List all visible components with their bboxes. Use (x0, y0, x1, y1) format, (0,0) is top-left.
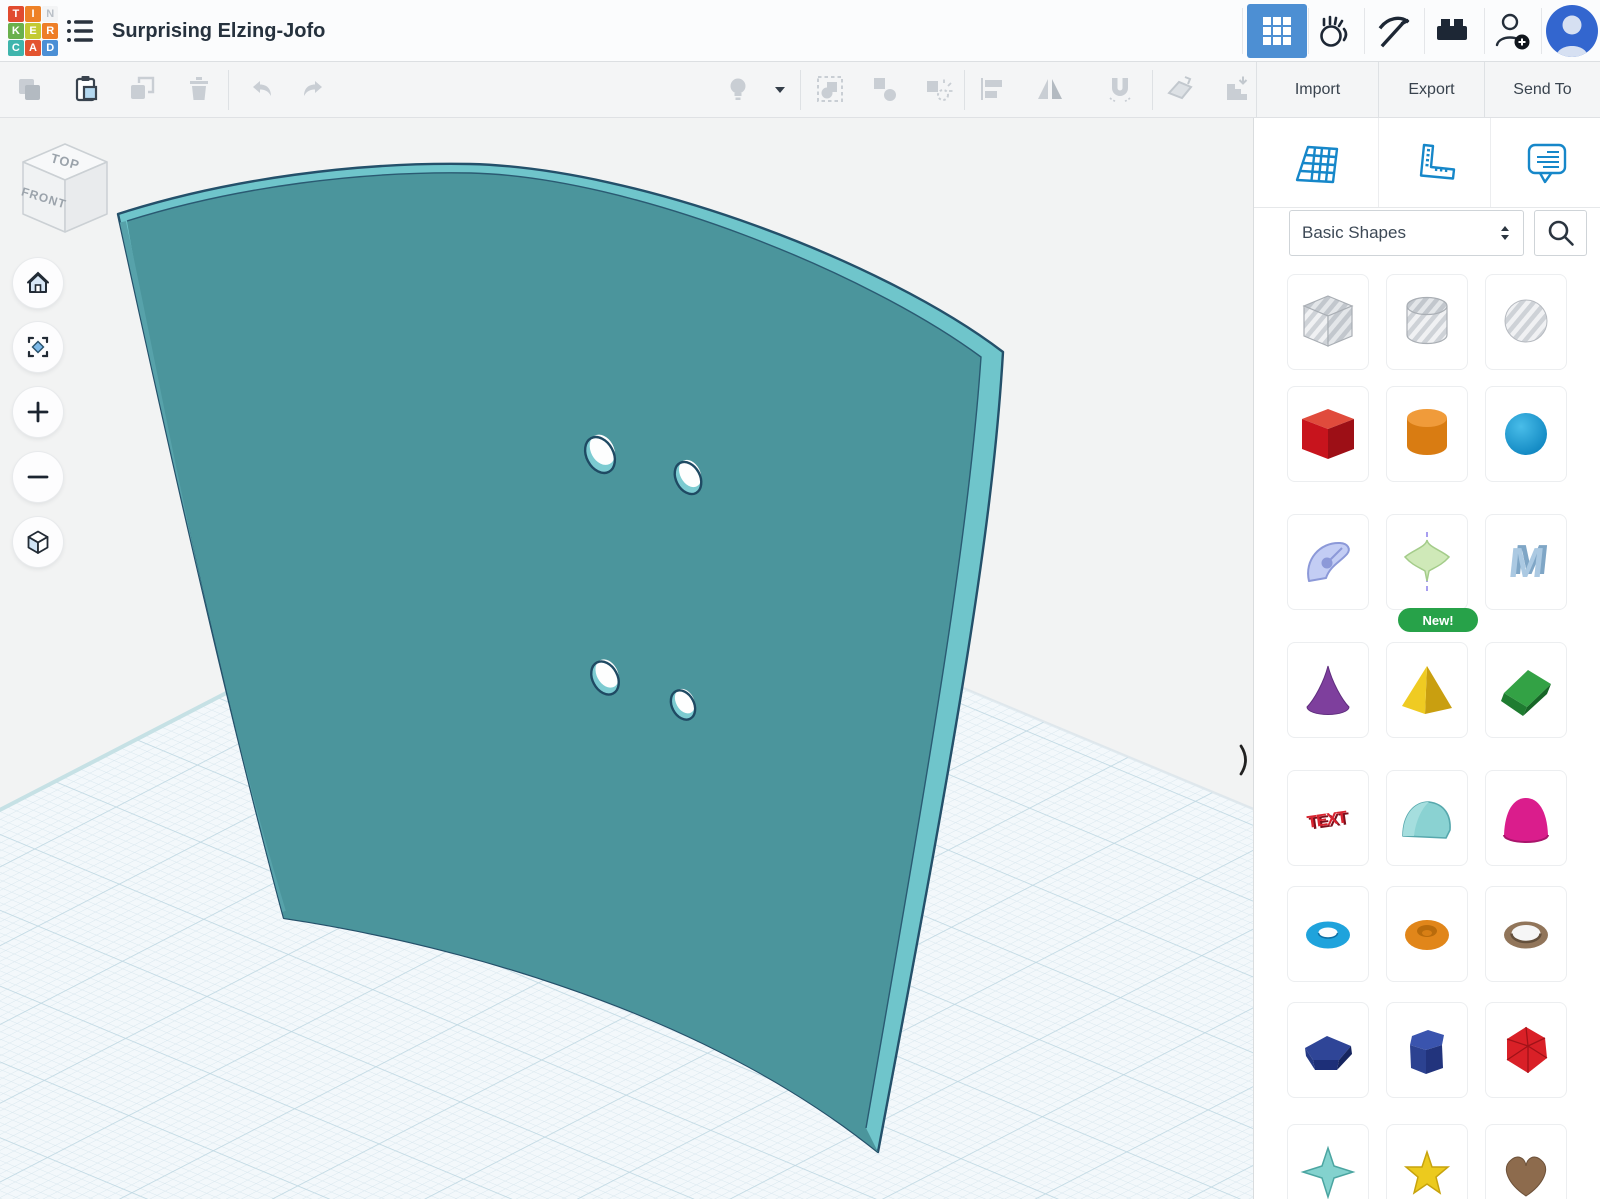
shape-scribble[interactable] (1287, 514, 1369, 610)
view-cube[interactable]: TOP FRONT (12, 136, 118, 248)
search-shapes-button[interactable] (1534, 210, 1587, 256)
shape-hole-sphere[interactable] (1485, 274, 1567, 370)
workplane-widget-button[interactable] (1254, 118, 1379, 207)
separator (800, 70, 801, 110)
shape-star-5[interactable] (1386, 1124, 1468, 1199)
notes-widget-button[interactable] (1491, 118, 1600, 207)
shape-heart[interactable] (1485, 1124, 1567, 1199)
tinkercad-logo[interactable]: T I N K E R C A D (8, 6, 58, 56)
separator (1254, 207, 1600, 208)
logo-tile: E (25, 23, 41, 39)
shape-paraboloid[interactable] (1485, 770, 1567, 866)
design-title[interactable]: Surprising Elzing-Jofo (112, 0, 325, 62)
delete-icon[interactable] (184, 74, 214, 104)
export-button[interactable]: Export (1378, 62, 1484, 118)
logo-tile: C (8, 40, 24, 56)
panel-collapse-button[interactable] (1238, 741, 1258, 779)
shape-tube[interactable] (1485, 886, 1567, 982)
send-to-button[interactable]: Send To (1484, 62, 1600, 118)
ruler-widget-icon (1409, 140, 1461, 186)
logo-tile: R (42, 23, 58, 39)
separator (964, 70, 965, 110)
separator (1242, 8, 1243, 54)
workplane-tool-icon[interactable] (1165, 74, 1195, 104)
logo-tile: N (42, 6, 58, 22)
separator (228, 70, 229, 110)
shape-cone[interactable] (1287, 642, 1369, 738)
logo-tile: I (25, 6, 41, 22)
shape-prism[interactable] (1386, 1002, 1468, 1098)
align-icon[interactable] (977, 74, 1007, 104)
logo-tile: D (42, 40, 58, 56)
paste-icon[interactable] (71, 74, 101, 104)
zoom-out-button[interactable] (13, 452, 63, 502)
logo-tile: A (25, 40, 41, 56)
group-icon[interactable] (815, 74, 845, 104)
block-export-icon[interactable] (1371, 8, 1417, 54)
home-view-button[interactable] (13, 258, 63, 308)
shape-box[interactable] (1287, 386, 1369, 482)
sim-lab-icon[interactable] (1310, 8, 1356, 54)
flip-icon[interactable] (1035, 74, 1065, 104)
ruler-widget-button[interactable] (1379, 118, 1491, 207)
search-icon (1545, 217, 1577, 249)
shape-text-letter[interactable]: M M (1485, 514, 1567, 610)
separator (1152, 70, 1153, 110)
profile-avatar[interactable] (1545, 4, 1599, 58)
shape-revolve[interactable] (1386, 514, 1468, 610)
redo-icon[interactable] (298, 74, 328, 104)
ungroup-all-icon[interactable] (923, 74, 953, 104)
ungroup-icon[interactable] (870, 74, 900, 104)
tinkercad-app: T I N K E R C A D Surprising Elzing-Jofo (0, 0, 1600, 1199)
shape-star-4[interactable] (1287, 1124, 1369, 1199)
undo-icon[interactable] (247, 74, 277, 104)
top-bar: T I N K E R C A D Surprising Elzing-Jofo (0, 0, 1600, 62)
logo-tile: T (8, 6, 24, 22)
shape-text-3d[interactable]: TEXT TEXT (1287, 770, 1369, 866)
add-collaborator-icon[interactable] (1489, 8, 1535, 54)
shape-cylinder[interactable] (1386, 386, 1468, 482)
shape-hole-cylinder[interactable] (1386, 274, 1468, 370)
shape-sphere[interactable] (1485, 386, 1567, 482)
design-menu-icon[interactable] (66, 17, 96, 45)
zoom-in-button[interactable] (13, 387, 63, 437)
edit-toolbar: Import Export Send To (0, 62, 1600, 118)
shape-icosahedron[interactable] (1485, 1002, 1567, 1098)
shape-hole-box[interactable] (1287, 274, 1369, 370)
workplane-widget-icon (1290, 140, 1342, 186)
perspective-toggle-button[interactable] (13, 517, 63, 567)
separator (1541, 8, 1542, 54)
shape-roof[interactable] (1485, 642, 1567, 738)
shape-category-value: Basic Shapes (1302, 223, 1406, 243)
separator (1308, 8, 1309, 54)
shape-pyramid[interactable] (1386, 642, 1468, 738)
new-badge: New! (1398, 608, 1478, 632)
shape-category-select[interactable]: Basic Shapes (1289, 210, 1524, 256)
ruler-tool-icon[interactable] (1222, 74, 1252, 104)
shape-half-cylinder[interactable] (1386, 770, 1468, 866)
separator (1484, 8, 1485, 54)
logo-tile: K (8, 23, 24, 39)
separator (1364, 8, 1365, 54)
select-caret-icon (1499, 225, 1511, 241)
snap-icon[interactable] (1105, 74, 1135, 104)
brick-export-icon[interactable] (1429, 8, 1475, 54)
import-button[interactable]: Import (1256, 62, 1378, 118)
fit-view-button[interactable] (13, 322, 63, 372)
text-shape-glyph: M (1507, 539, 1547, 586)
copy-icon[interactable] (14, 74, 44, 104)
show-all-options-icon[interactable] (774, 86, 786, 94)
notes-widget-icon (1520, 140, 1572, 186)
separator (1424, 8, 1425, 54)
show-all-icon[interactable] (723, 74, 753, 104)
duplicate-icon[interactable] (127, 74, 157, 104)
chevron-right-icon (1241, 746, 1246, 774)
shape-torus-thick[interactable] (1386, 886, 1468, 982)
shape-polygon[interactable] (1287, 1002, 1369, 1098)
dashboard-grid-icon[interactable] (1247, 4, 1307, 58)
shape-torus[interactable] (1287, 886, 1369, 982)
shapes-panel: Basic Shapes (1253, 118, 1600, 1199)
